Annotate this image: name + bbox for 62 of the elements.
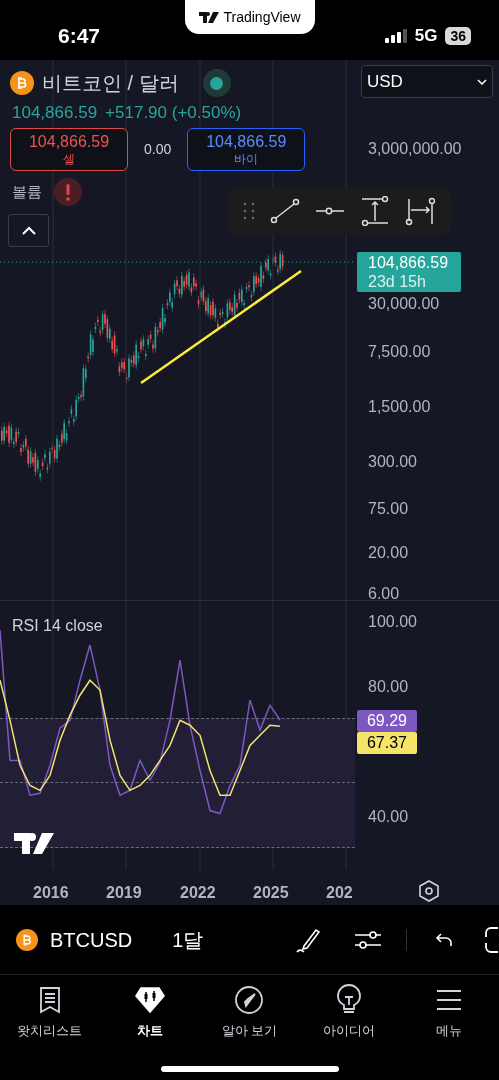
time-axis-label: 2016 bbox=[33, 883, 69, 903]
volume-label: 볼륨 bbox=[12, 181, 42, 202]
menu-icon bbox=[436, 989, 463, 1011]
price-axis-label: 3,000,000.00 bbox=[368, 139, 462, 159]
undo-icon[interactable] bbox=[435, 931, 453, 948]
price-axis-label: 1,500.00 bbox=[368, 397, 431, 417]
candlestick-icon bbox=[134, 986, 165, 1014]
settings-icon[interactable] bbox=[418, 880, 440, 902]
last-price: 104,866.59 bbox=[12, 102, 98, 124]
tab-bar-item[interactable]: 차트 bbox=[99, 983, 200, 1041]
chevron-down-icon bbox=[477, 78, 487, 85]
currency-select[interactable]: USD bbox=[361, 65, 493, 98]
sell-button[interactable]: 104,866.59 셀 bbox=[10, 128, 128, 171]
rsi-value-label: 69.29 bbox=[357, 710, 417, 732]
compass-icon bbox=[234, 985, 265, 1015]
price-range-icon[interactable] bbox=[360, 196, 391, 226]
horizontal-ray-icon[interactable] bbox=[314, 206, 345, 216]
chevron-up-icon bbox=[20, 225, 37, 236]
watermark-logo-icon bbox=[14, 833, 54, 854]
market-open-indicator bbox=[202, 69, 231, 97]
fullscreen-icon[interactable] bbox=[485, 926, 499, 953]
price-axis-label: 300.00 bbox=[368, 452, 417, 472]
status-time: 6:47 bbox=[58, 23, 101, 50]
price-axis-label: 20.00 bbox=[368, 543, 409, 563]
network-label: 5G bbox=[414, 25, 438, 48]
bitcoin-icon bbox=[10, 71, 34, 95]
buy-button[interactable]: 104,866.59 바이 bbox=[187, 128, 306, 171]
trend-line-icon[interactable] bbox=[269, 198, 300, 224]
symbol-name: 비트코인 / 달러 bbox=[42, 71, 179, 96]
rsi-ma-value-label: 67.37 bbox=[357, 732, 417, 754]
tab-bar-item[interactable]: 알아 보기 bbox=[199, 983, 300, 1041]
date-range-icon[interactable] bbox=[405, 196, 436, 226]
price-axis-label: 7,500.00 bbox=[368, 342, 431, 362]
tab-bar-item[interactable]: 아이디어 bbox=[299, 983, 400, 1041]
interval-button[interactable]: 1달 bbox=[172, 924, 204, 955]
rsi-axis-label: 80.00 bbox=[368, 677, 409, 698]
signal-icon bbox=[384, 29, 407, 43]
price-axis-label: 75.00 bbox=[368, 499, 409, 519]
price-axis-label: 30,000.00 bbox=[368, 294, 440, 314]
symbol-button[interactable]: BTCUSD bbox=[50, 924, 133, 955]
warning-icon bbox=[54, 178, 82, 206]
rsi-title: RSI 14 close bbox=[12, 616, 103, 636]
price-change: +517.90 (+0.50%) bbox=[105, 102, 242, 124]
time-axis-label: 2022 bbox=[180, 883, 216, 903]
price-axis-label: 6.00 bbox=[368, 584, 400, 604]
rsi-axis-label: 100.00 bbox=[368, 612, 417, 632]
time-axis-label: 202 bbox=[326, 883, 353, 903]
rsi-axis-label: 40.00 bbox=[368, 807, 409, 828]
lightbulb-icon bbox=[336, 984, 363, 1016]
spread-value: 0.00 bbox=[144, 140, 172, 159]
tab-bar-item[interactable]: 메뉴 bbox=[399, 983, 499, 1041]
drag-handle-icon[interactable] bbox=[242, 202, 255, 220]
sliders-icon[interactable] bbox=[354, 928, 382, 951]
battery-indicator: 36 bbox=[445, 27, 471, 45]
app-pill: TradingView bbox=[185, 0, 315, 34]
collapse-button[interactable] bbox=[8, 214, 49, 247]
logo-icon bbox=[199, 11, 220, 23]
tab-bar-item[interactable]: 왓치리스트 bbox=[0, 983, 100, 1041]
time-axis-label: 2019 bbox=[106, 883, 142, 903]
last-price-label: 104,866.59 23d 15h bbox=[357, 252, 461, 292]
bitcoin-icon bbox=[16, 928, 38, 951]
time-axis-label: 2025 bbox=[253, 883, 289, 903]
